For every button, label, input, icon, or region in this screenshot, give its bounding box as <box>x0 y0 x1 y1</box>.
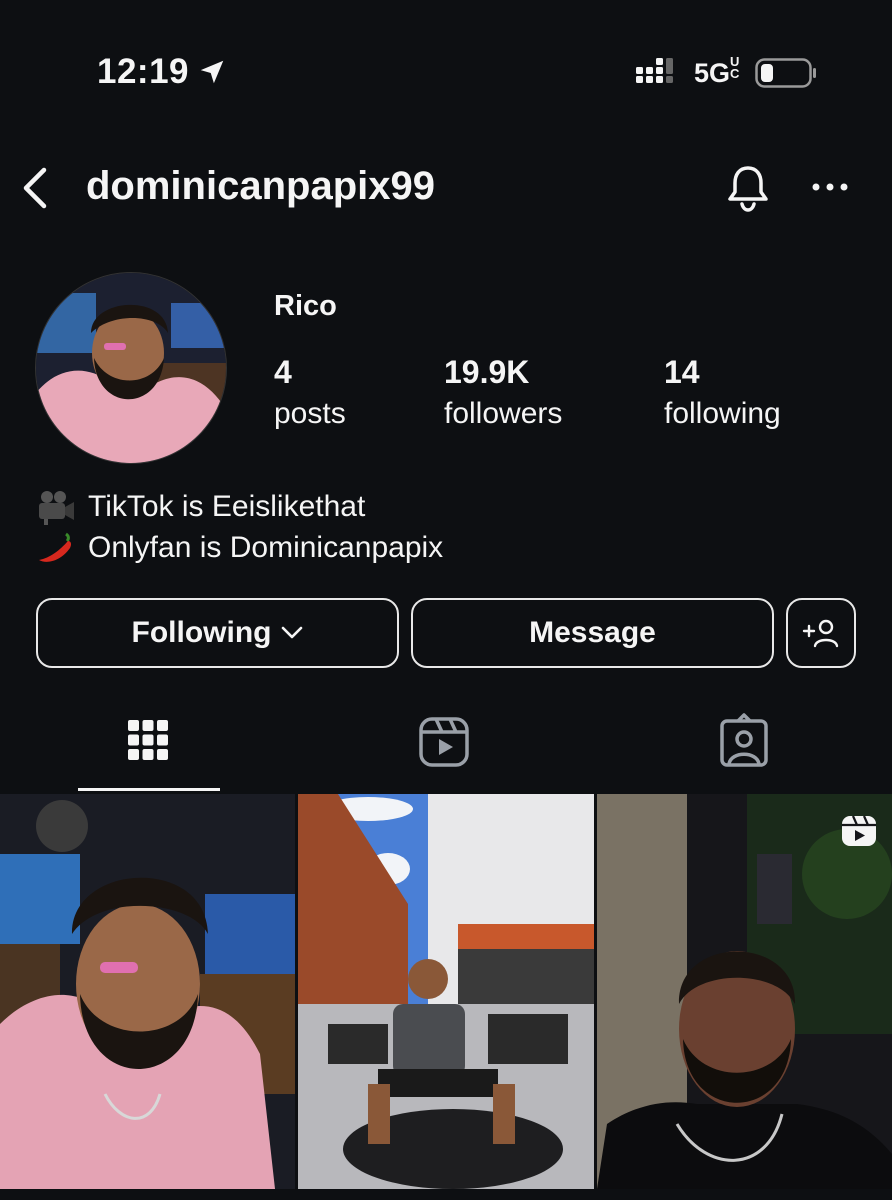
followers-stat[interactable]: 19.9K followers <box>444 354 562 431</box>
more-options-icon[interactable] <box>808 172 852 202</box>
post-thumbnail[interactable] <box>0 794 295 1189</box>
grid-tab-icon[interactable] <box>118 712 178 772</box>
following-button-label: Following <box>131 616 272 649</box>
signal-strength-icon <box>636 58 673 83</box>
posts-stat[interactable]: 4 posts <box>274 354 346 431</box>
posts-label: posts <box>274 397 346 430</box>
followers-label: followers <box>444 397 563 430</box>
bio-text-onlyfans: Onlyfan is Dominicanpapix <box>88 531 444 564</box>
network-suffix: UC <box>730 54 740 81</box>
back-arrow-icon[interactable] <box>18 164 50 212</box>
clock: 12:19 <box>97 52 227 92</box>
network-label: 5G <box>694 58 731 88</box>
status-bar: 12:19 5GUC <box>0 0 892 140</box>
following-label: following <box>664 397 781 430</box>
following-button[interactable]: Following <box>36 598 399 668</box>
time-text: 12:19 <box>97 52 190 91</box>
posts-grid <box>0 794 892 1200</box>
following-stat[interactable]: 14 following <box>664 354 781 431</box>
message-button-label: Message <box>529 616 656 649</box>
username-title: dominicanpapix99 <box>86 164 435 208</box>
profile-avatar[interactable] <box>35 272 227 464</box>
suggested-accounts-button[interactable] <box>786 598 856 668</box>
notification-bell-icon[interactable] <box>722 162 774 214</box>
reel-badge-icon <box>842 815 876 846</box>
bio-text-tiktok: TikTok is Eeislikethat <box>88 490 366 523</box>
add-person-icon <box>802 619 839 648</box>
location-arrow-icon <box>200 60 224 84</box>
chevron-down-icon <box>282 626 303 639</box>
display-name: Rico <box>274 290 337 322</box>
followers-count: 19.9K <box>444 354 530 390</box>
movie-camera-icon <box>39 490 74 525</box>
bio-line: Onlyfan is Dominicanpapix <box>36 527 443 568</box>
message-button[interactable]: Message <box>411 598 774 668</box>
battery-icon <box>755 58 816 88</box>
posts-count: 4 <box>274 354 292 390</box>
profile-header: dominicanpapix99 <box>0 150 892 230</box>
profile-bio: TikTok is Eeislikethat Onlyfan is Domini… <box>36 486 443 568</box>
hot-pepper-icon <box>39 532 72 562</box>
network-indicator: 5GUC <box>694 54 744 89</box>
post-thumbnail[interactable] <box>597 794 892 1189</box>
active-tab-indicator <box>78 788 220 791</box>
post-thumbnail[interactable] <box>298 794 594 1189</box>
following-count: 14 <box>664 354 700 390</box>
reels-tab-icon[interactable] <box>414 712 474 772</box>
tagged-tab-icon[interactable] <box>714 712 774 772</box>
bio-line: TikTok is Eeislikethat <box>36 486 443 527</box>
